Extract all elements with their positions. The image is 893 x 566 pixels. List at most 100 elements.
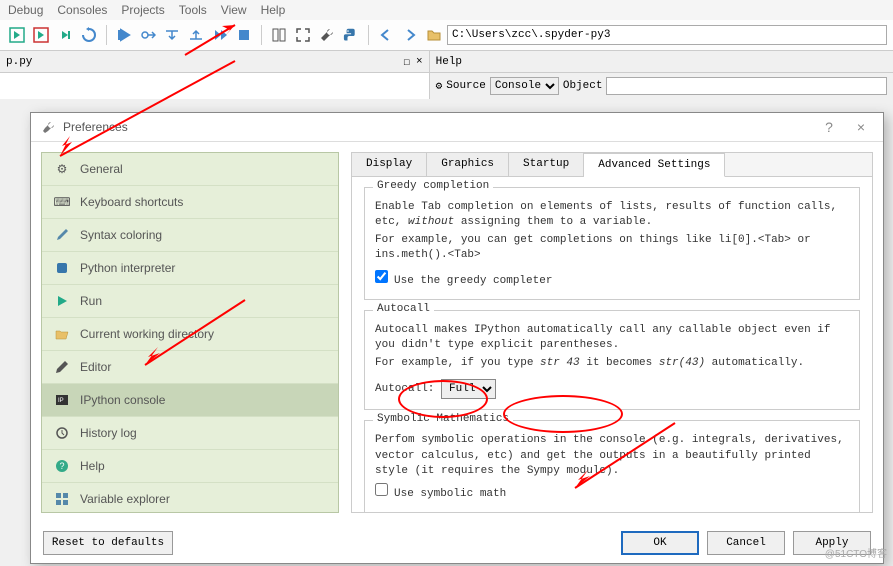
dialog-footer: Reset to defaults OK Cancel Apply [31, 523, 883, 563]
autocall-label: Autocall: [375, 383, 441, 395]
maximize-icon[interactable] [292, 24, 314, 46]
svg-text:IP: IP [58, 398, 64, 404]
sidebar-item-editor[interactable]: Editor [42, 351, 338, 384]
sidebar-item-label: Keyboard shortcuts [80, 195, 183, 209]
debug-continue-icon[interactable] [209, 24, 231, 46]
run-cell-advance-icon[interactable] [30, 24, 52, 46]
wrench-icon[interactable] [316, 24, 338, 46]
layout-icon[interactable] [268, 24, 290, 46]
sidebar-item-syntax[interactable]: Syntax coloring [42, 219, 338, 252]
source-select[interactable]: Console [490, 77, 559, 95]
nav-fwd-icon[interactable] [399, 24, 421, 46]
symbolic-checkbox[interactable] [375, 483, 388, 496]
cancel-button[interactable]: Cancel [707, 531, 785, 555]
group-symbolic: Symbolic Mathematics Perfom symbolic ope… [364, 420, 860, 512]
sidebar-item-variable[interactable]: Variable explorer [42, 483, 338, 513]
sidebar-item-label: Syntax coloring [80, 228, 162, 242]
dialog-title: Preferences [63, 120, 128, 134]
group-greedy: Greedy completion Enable Tab completion … [364, 187, 860, 300]
menu-consoles[interactable]: Consoles [57, 3, 107, 17]
wrench-icon [41, 120, 55, 134]
pencil-icon [54, 359, 70, 375]
ok-button[interactable]: OK [621, 531, 699, 555]
sidebar-item-label: IPython console [80, 393, 165, 407]
close-icon[interactable]: × [849, 119, 873, 135]
path-input[interactable] [447, 25, 887, 45]
gear-icon[interactable]: ⚙ [436, 79, 443, 93]
history-icon [54, 425, 70, 441]
watermark: @51CTO博客 [825, 545, 887, 560]
object-label: Object [563, 80, 603, 92]
symbolic-checkbox-label: Use symbolic math [394, 488, 506, 500]
source-label: Source [446, 80, 486, 92]
menu-view[interactable]: View [221, 3, 247, 17]
grid-icon [54, 491, 70, 507]
run-cell-icon[interactable] [6, 24, 28, 46]
sidebar-item-label: History log [80, 426, 137, 440]
question-icon: ? [54, 458, 70, 474]
debug-first-icon[interactable] [113, 24, 135, 46]
sidebar-item-help[interactable]: ? Help [42, 450, 338, 483]
preferences-sidebar: ⚙General ⌨ Keyboard shortcuts Syntax colo… [41, 152, 339, 513]
left-pane-header: p.py ☐ × [0, 51, 429, 73]
reset-button[interactable]: Reset to defaults [43, 531, 173, 555]
preferences-dialog: Preferences ? × ⚙General ⌨ Keyboard short… [30, 112, 884, 564]
keyboard-icon: ⌨ [54, 194, 70, 210]
run-again-icon[interactable] [54, 24, 76, 46]
restart-icon[interactable] [78, 24, 100, 46]
tab-startup[interactable]: Startup [509, 153, 584, 176]
greedy-checkbox[interactable] [375, 270, 388, 283]
sidebar-item-history[interactable]: History log [42, 417, 338, 450]
folder-open-icon [54, 326, 70, 342]
menu-help[interactable]: Help [261, 3, 286, 17]
help-icon[interactable]: ? [817, 119, 841, 135]
sidebar-item-label: Current working directory [80, 327, 214, 341]
autocall-select[interactable]: Full [441, 379, 496, 399]
folder-icon[interactable] [423, 24, 445, 46]
object-input[interactable] [606, 77, 887, 95]
help-tab: Help [436, 56, 462, 68]
tab-display[interactable]: Display [352, 153, 427, 176]
sidebar-item-label: Variable explorer [80, 492, 170, 506]
menu-debug[interactable]: Debug [8, 3, 43, 17]
sidebar-item-label: Run [80, 294, 102, 308]
sidebar-item-label: Python interpreter [80, 261, 175, 275]
debug-stop-icon[interactable] [233, 24, 255, 46]
debug-out-icon[interactable] [185, 24, 207, 46]
pane-dock-icon[interactable]: ☐ [403, 55, 410, 69]
sidebar-item-label: Editor [80, 360, 111, 374]
debug-step-icon[interactable] [137, 24, 159, 46]
menu-projects[interactable]: Projects [121, 3, 164, 17]
right-pane-header: Help [429, 51, 893, 73]
nav-back-icon[interactable] [375, 24, 397, 46]
dialog-titlebar: Preferences ? × [31, 113, 883, 142]
tabs: Display Graphics Startup Advanced Settin… [352, 153, 872, 177]
sidebar-item-cwd[interactable]: Current working directory [42, 318, 338, 351]
sidebar-item-run[interactable]: Run [42, 285, 338, 318]
play-icon [54, 293, 70, 309]
debug-into-icon[interactable] [161, 24, 183, 46]
menu-bar: Debug Consoles Projects Tools View Help [0, 0, 893, 20]
preferences-content: Display Graphics Startup Advanced Settin… [351, 152, 873, 513]
svg-text:?: ? [60, 461, 65, 471]
sidebar-item-ipython[interactable]: IP IPython console [42, 384, 338, 417]
file-tab[interactable]: p.py [6, 56, 32, 68]
tab-graphics[interactable]: Graphics [427, 153, 509, 176]
sidebar-item-general[interactable]: ⚙General [42, 153, 338, 186]
gear-icon: ⚙ [54, 161, 70, 177]
group-title: Greedy completion [373, 180, 493, 192]
pane-close-icon[interactable]: × [416, 56, 423, 68]
python-icon [54, 260, 70, 276]
eyedropper-icon [54, 227, 70, 243]
menu-tools[interactable]: Tools [179, 3, 207, 17]
sidebar-item-label: Help [80, 459, 105, 473]
sidebar-item-keyboard[interactable]: ⌨ Keyboard shortcuts [42, 186, 338, 219]
group-autocall: Autocall Autocall makes IPython automati… [364, 310, 860, 410]
group-title: Symbolic Mathematics [373, 413, 513, 425]
greedy-checkbox-label: Use the greedy completer [394, 275, 552, 287]
tab-advanced[interactable]: Advanced Settings [584, 153, 725, 177]
python-icon[interactable] [340, 24, 362, 46]
sidebar-item-python[interactable]: Python interpreter [42, 252, 338, 285]
console-icon: IP [54, 392, 70, 408]
help-sub-toolbar: ⚙ Source Console Object [429, 73, 893, 99]
